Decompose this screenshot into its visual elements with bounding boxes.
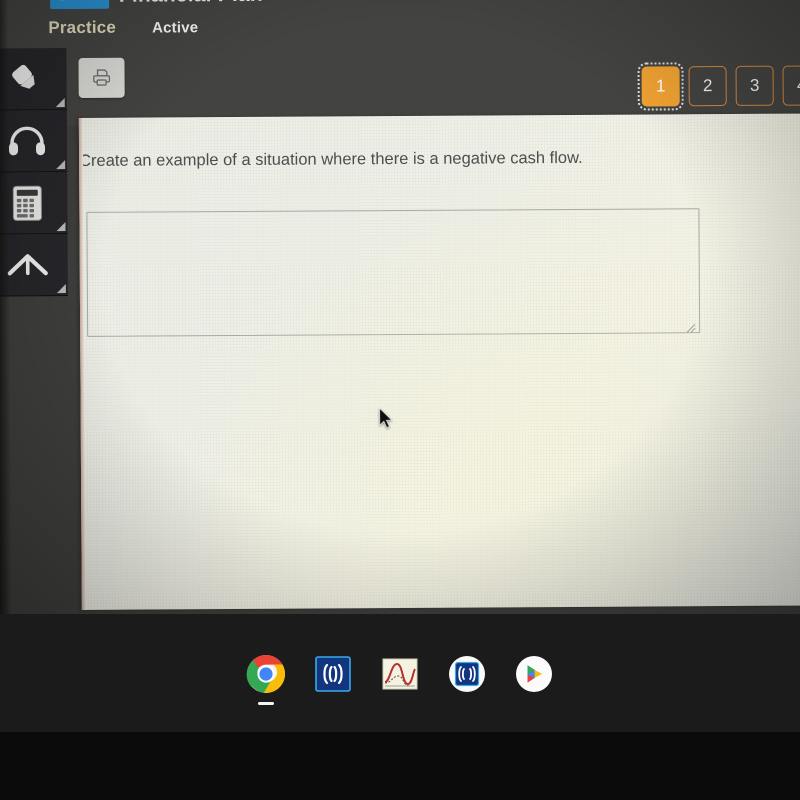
play-store-icon <box>515 655 553 698</box>
tool-highlighter[interactable] <box>0 48 67 111</box>
photo-of-screen: 5.4.2 Financial Plan Practice Active 1 <box>0 0 800 800</box>
tool-corner-marker <box>56 284 66 294</box>
chevron-up-icon <box>5 249 51 281</box>
shelf-item-play-store[interactable] <box>512 654 556 698</box>
print-button[interactable] <box>78 57 125 98</box>
lesson-number-badge: 5.4.2 <box>50 0 109 10</box>
shelf-icon-row <box>0 654 800 705</box>
printer-icon <box>91 68 113 88</box>
tool-corner-marker <box>55 98 65 108</box>
chrome-active-indicator <box>258 702 274 705</box>
calculator-icon <box>11 184 43 222</box>
question-pagination: 1 2 3 4 <box>637 62 800 111</box>
tab-practice[interactable]: Practice <box>48 18 116 38</box>
laptop-screen: 5.4.2 Financial Plan Practice Active 1 <box>0 0 800 625</box>
shelf-item-audio-app[interactable] <box>311 654 355 698</box>
tool-calculator[interactable] <box>0 172 68 235</box>
tool-read-aloud[interactable] <box>0 110 68 173</box>
tool-corner-marker <box>56 222 66 232</box>
highlighter-icon <box>4 59 48 99</box>
lesson-tabs: Practice Active <box>48 17 198 38</box>
lesson-title-text: Financial Plan <box>119 0 263 8</box>
shelf-item-chrome[interactable] <box>244 654 288 705</box>
page-button-1[interactable]: 1 <box>637 62 684 111</box>
tool-collapse[interactable] <box>0 234 68 297</box>
sound-square-icon <box>315 655 351 697</box>
question-panel: Create an example of a situation where t… <box>78 113 800 610</box>
question-text: Create an example of a situation where t… <box>79 148 583 170</box>
answer-input[interactable] <box>86 208 701 337</box>
page-button-3[interactable]: 3 <box>735 65 774 106</box>
headphones-icon <box>6 124 48 158</box>
sound-circle-icon <box>448 655 486 698</box>
tab-active[interactable]: Active <box>152 19 198 36</box>
shelf-item-graphing-calculator[interactable] <box>378 654 422 698</box>
page-button-4[interactable]: 4 <box>782 65 800 106</box>
shelf-item-sound[interactable] <box>445 654 489 698</box>
mouse-cursor <box>379 407 395 436</box>
chrome-icon <box>246 654 286 699</box>
page-title: 5.4.2 Financial Plan <box>50 0 263 10</box>
tool-rail <box>0 48 68 297</box>
os-shelf <box>0 614 800 800</box>
resize-handle-icon[interactable] <box>684 320 696 333</box>
tool-corner-marker <box>56 160 66 170</box>
graph-icon <box>382 656 418 697</box>
page-button-2[interactable]: 2 <box>688 66 727 107</box>
app-header-bar: 5.4.2 Financial Plan Practice Active 1 <box>0 0 800 127</box>
